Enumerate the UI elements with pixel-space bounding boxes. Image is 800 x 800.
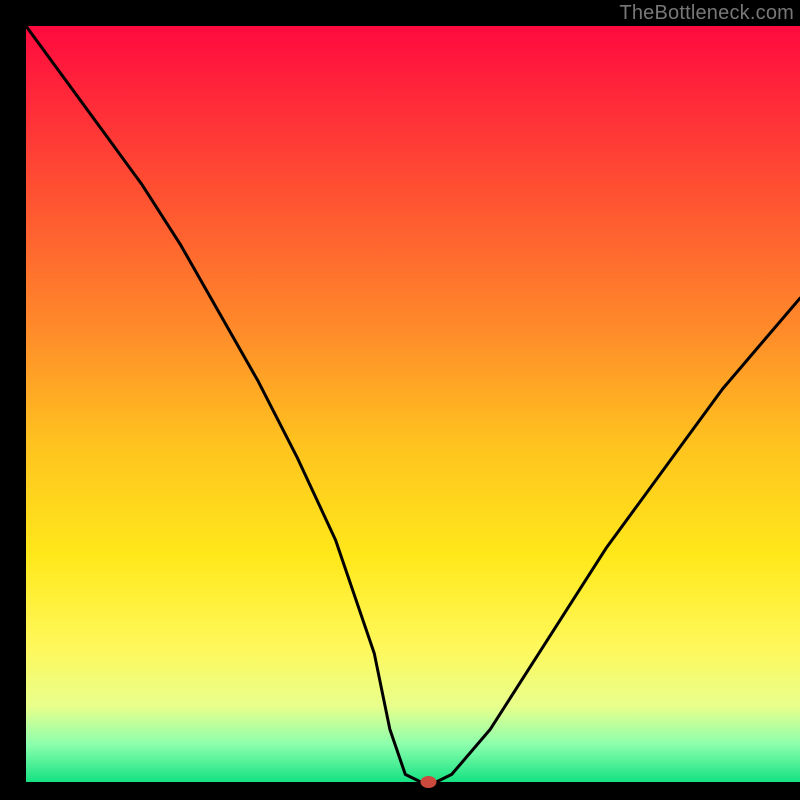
plot-area: [26, 26, 800, 782]
bottleneck-chart: [0, 0, 800, 800]
watermark-text: TheBottleneck.com: [619, 2, 794, 25]
chart-root: TheBottleneck.com: [0, 0, 800, 800]
optimum-marker: [420, 776, 436, 788]
